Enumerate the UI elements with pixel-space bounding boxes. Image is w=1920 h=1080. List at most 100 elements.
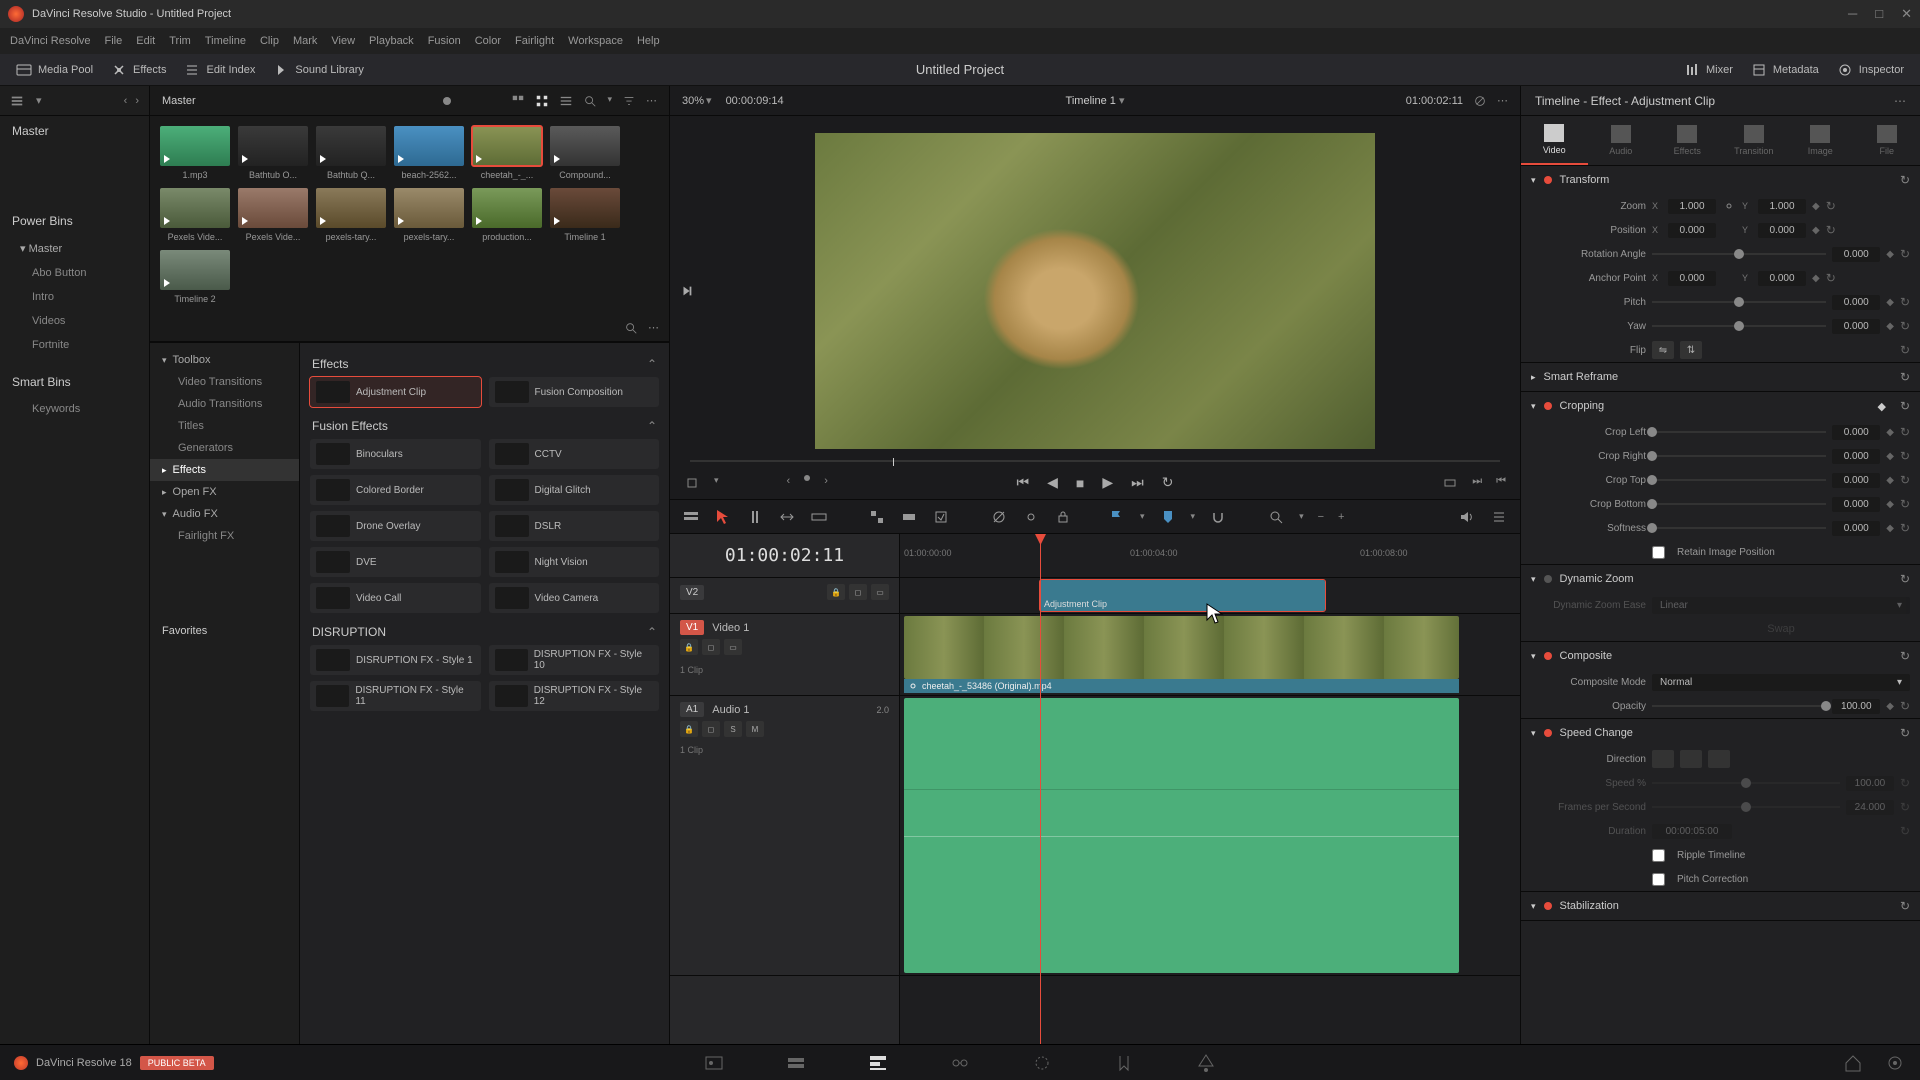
crop-reset-all[interactable]: ↻ <box>1900 399 1910 413</box>
crop-right-slider[interactable] <box>1652 455 1826 457</box>
track-v1-enable[interactable]: ◻ <box>702 639 720 655</box>
mediapool-toggle[interactable]: Media Pool <box>16 62 93 78</box>
ripple-timeline-checkbox[interactable] <box>1652 849 1665 862</box>
prev-edit-icon[interactable]: ‹ <box>787 475 791 491</box>
bin-videos[interactable]: Videos <box>0 309 149 333</box>
viewer-scrubber[interactable] <box>690 460 1500 462</box>
home-icon[interactable] <box>1842 1052 1864 1074</box>
track-header-v2[interactable]: V2 🔒 ◻ ▭ <box>670 578 899 614</box>
menu-color[interactable]: Color <box>475 35 501 47</box>
anchor-y-input[interactable]: 0.000 <box>1758 271 1806 286</box>
fx-vt[interactable]: Video Transitions <box>150 371 299 393</box>
pos-kf[interactable]: ◆ <box>1812 225 1820 236</box>
viewer[interactable] <box>670 116 1520 466</box>
crop-right-input[interactable]: 0.000 <box>1832 449 1880 464</box>
zoom-link-icon[interactable] <box>1722 199 1736 213</box>
go-start-button[interactable]: ⏮ <box>1017 474 1030 491</box>
inspector-toggle[interactable]: Inspector <box>1837 62 1904 78</box>
zoom-in-icon[interactable]: + <box>1338 511 1344 523</box>
pos-reset[interactable]: ↻ <box>1826 223 1836 237</box>
speed-reset[interactable]: ↻ <box>1900 726 1910 740</box>
fx-item[interactable]: DISRUPTION FX - Style 12 <box>489 681 660 711</box>
sort-icon[interactable] <box>622 94 636 108</box>
track-v1-lock[interactable]: 🔒 <box>680 639 698 655</box>
yaw-input[interactable]: 0.000 <box>1832 319 1880 334</box>
track-lane-v2[interactable]: Adjustment Clip <box>900 578 1520 614</box>
pitch-slider[interactable] <box>1652 301 1826 303</box>
fx-item[interactable]: Colored Border <box>310 475 481 505</box>
lock-icon[interactable] <box>1054 508 1072 526</box>
inspector-more-icon[interactable]: ⋯ <box>1894 94 1906 108</box>
dynamic-trim-tool[interactable] <box>778 508 796 526</box>
pitch-input[interactable]: 0.000 <box>1832 295 1880 310</box>
rotation-slider[interactable] <box>1652 253 1826 255</box>
menu-timeline[interactable]: Timeline <box>205 35 246 47</box>
speed-header[interactable]: Speed Change <box>1560 727 1633 739</box>
menu-help[interactable]: Help <box>637 35 660 47</box>
metadata-view-icon[interactable] <box>511 94 525 108</box>
more-icon[interactable]: ⋯ <box>646 94 657 108</box>
media-clip[interactable]: production... <box>472 188 542 242</box>
fx-item[interactable]: DSLR <box>489 511 660 541</box>
fx-more-icon[interactable]: ⋯ <box>648 321 659 334</box>
blade-edit-icon[interactable] <box>990 508 1008 526</box>
mixer-toggle[interactable]: Mixer <box>1684 62 1733 78</box>
fx-item[interactable]: CCTV <box>489 439 660 469</box>
retain-image-checkbox[interactable] <box>1652 546 1665 559</box>
media-clip[interactable]: Timeline 2 <box>160 250 230 304</box>
flip-h-button[interactable]: ⇋ <box>1652 341 1674 359</box>
fx-item[interactable]: DVE <box>310 547 481 577</box>
media-clip[interactable]: cheetah_-_... <box>472 126 542 180</box>
track-v1-tag[interactable]: V1 <box>680 620 704 635</box>
inspector-tab-audio[interactable]: Audio <box>1588 116 1655 165</box>
dynzoom-header[interactable]: Dynamic Zoom <box>1560 573 1634 585</box>
menu-davinciresolve[interactable]: DaVinci Resolve <box>10 35 91 47</box>
fx-item[interactable]: Digital Glitch <box>489 475 660 505</box>
track-a1-enable[interactable]: ◻ <box>702 721 720 737</box>
crop-left-slider[interactable] <box>1652 431 1826 433</box>
zoom-y-input[interactable]: 1.000 <box>1758 199 1806 214</box>
track-a1-tag[interactable]: A1 <box>680 702 704 717</box>
anc-kf[interactable]: ◆ <box>1812 273 1820 284</box>
menu-view[interactable]: View <box>331 35 355 47</box>
media-clip[interactable]: Pexels Vide... <box>238 188 308 242</box>
zoom-kf[interactable]: ◆ <box>1812 201 1820 212</box>
pitch-reset[interactable]: ↻ <box>1900 295 1910 309</box>
track-a1-mute[interactable]: M <box>746 721 764 737</box>
crop-icon[interactable] <box>684 475 700 491</box>
track-lane-v1[interactable]: cheetah_-_53486 (Original).mp4 <box>900 614 1520 696</box>
track-v2-auto[interactable]: ▭ <box>871 584 889 600</box>
zoom-out-icon[interactable]: − <box>1318 511 1324 523</box>
crop-bottom-slider[interactable] <box>1652 503 1826 505</box>
nav-fwd[interactable]: › <box>135 95 139 107</box>
link-icon[interactable] <box>1022 508 1040 526</box>
crop-bottom-input[interactable]: 0.000 <box>1832 497 1880 512</box>
direction-fwd-button[interactable] <box>1652 750 1674 768</box>
viewer-zoom[interactable]: 30% <box>682 95 704 107</box>
pitch-correction-checkbox[interactable] <box>1652 873 1665 886</box>
clip-video[interactable] <box>904 616 1459 679</box>
audio-icon[interactable] <box>1458 508 1476 526</box>
menu-fusion[interactable]: Fusion <box>428 35 461 47</box>
rot-kf[interactable]: ◆ <box>1886 249 1894 260</box>
track-v2-tag[interactable]: V2 <box>680 585 704 600</box>
fx-at[interactable]: Audio Transitions <box>150 393 299 415</box>
timeline-view-icon[interactable] <box>682 508 700 526</box>
fx-fairlight[interactable]: Fairlight FX <box>150 525 299 547</box>
selection-tool[interactable] <box>714 508 732 526</box>
list-view-icon[interactable] <box>559 94 573 108</box>
menu-trim[interactable]: Trim <box>169 35 191 47</box>
fx-openfx[interactable]: ▸Open FX <box>150 481 299 503</box>
media-clip[interactable]: Compound... <box>550 126 620 180</box>
close-button[interactable]: ✕ <box>1901 6 1912 22</box>
crop-right-kf[interactable]: ◆ <box>1886 451 1894 462</box>
crop-top-slider[interactable] <box>1652 479 1826 481</box>
playhead[interactable] <box>1040 534 1041 1044</box>
zoom-icon[interactable] <box>1267 508 1285 526</box>
soundlib-toggle[interactable]: Sound Library <box>273 62 364 78</box>
nav-back[interactable]: ‹ <box>124 95 128 107</box>
media-clip[interactable]: pexels-tary... <box>394 188 464 242</box>
inspector-tab-image[interactable]: Image <box>1787 116 1854 165</box>
track-a1-lock[interactable]: 🔒 <box>680 721 698 737</box>
viewer-timeline-name[interactable]: Timeline 1 ▾ <box>1066 94 1125 107</box>
